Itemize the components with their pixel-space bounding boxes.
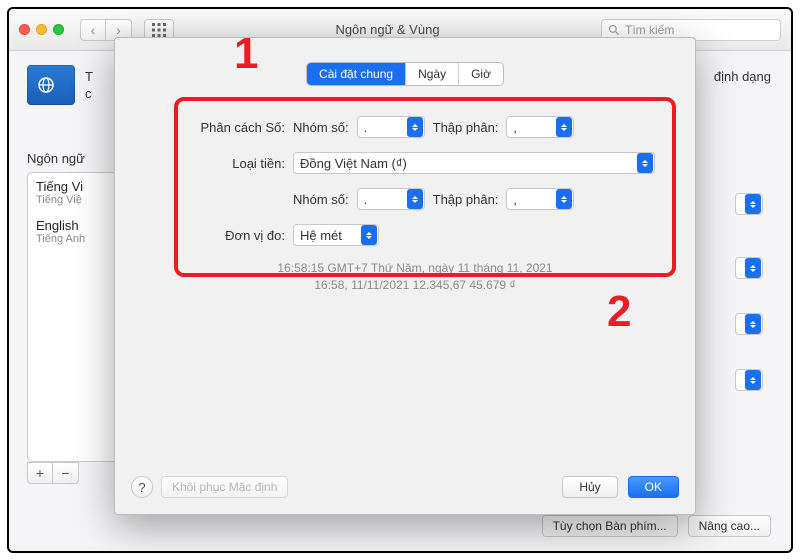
cancel-button[interactable]: Hủy	[562, 476, 617, 498]
annotation-number-2: 2	[607, 287, 631, 337]
add-language-button[interactable]: +	[27, 462, 53, 484]
advanced-button[interactable]: Nâng cao...	[688, 515, 771, 537]
sheet-tabs: Cài đặt chung Ngày Giờ	[306, 62, 504, 86]
close-window-button[interactable]	[19, 24, 30, 35]
search-placeholder: Tìm kiếm	[625, 23, 674, 37]
example-line2: 16:58, 11/11/2021 12.345,67 45.679 ₫	[175, 277, 655, 294]
restore-defaults-button[interactable]: Khôi phục Mặc định	[161, 476, 288, 498]
prefpane-icon	[27, 65, 75, 105]
remove-language-button[interactable]: −	[53, 462, 79, 484]
temperature-dropdown[interactable]	[735, 369, 763, 391]
traffic-lights	[19, 24, 64, 35]
region-dropdown[interactable]	[735, 193, 763, 215]
search-icon	[608, 24, 620, 36]
back-button[interactable]: ‹	[80, 19, 106, 41]
annotation-highlight-box	[174, 97, 676, 277]
globe-flag-icon	[36, 75, 66, 95]
minimize-window-button[interactable]	[36, 24, 47, 35]
tab-dates[interactable]: Ngày	[406, 63, 459, 85]
zoom-window-button[interactable]	[53, 24, 64, 35]
grid-icon	[152, 23, 166, 37]
tab-general[interactable]: Cài đặt chung	[307, 63, 406, 85]
format-label: định dạng	[714, 69, 771, 84]
ok-button[interactable]: OK	[628, 476, 679, 498]
pref-desc-line2: c	[85, 85, 93, 102]
tab-times[interactable]: Giờ	[459, 63, 503, 85]
keyboard-prefs-button[interactable]: Tùy chọn Bàn phím...	[542, 515, 678, 537]
help-button[interactable]: ?	[131, 476, 153, 498]
calendar-dropdown[interactable]	[735, 313, 763, 335]
annotation-number-1: 1	[234, 29, 258, 79]
first-day-dropdown[interactable]	[735, 257, 763, 279]
pref-desc-line1: T	[85, 68, 93, 85]
